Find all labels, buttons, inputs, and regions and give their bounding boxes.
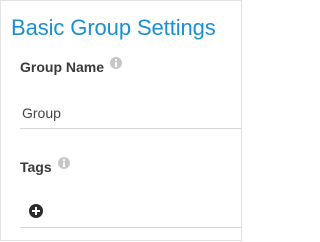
group-name-input[interactable]: [20, 97, 241, 129]
group-name-label-row: Group Name: [20, 57, 123, 75]
panel-title: Basic Group Settings: [11, 15, 216, 40]
tags-label-row: Tags: [20, 157, 70, 175]
tags-underline: [20, 227, 241, 228]
group-name-label: Group Name: [20, 59, 105, 75]
add-tag-button[interactable]: [29, 204, 43, 218]
tags-label: Tags: [20, 159, 52, 175]
info-icon[interactable]: [57, 157, 70, 169]
basic-group-settings-panel: Basic Group Settings Group Name Tags: [0, 0, 242, 241]
info-icon[interactable]: [110, 57, 123, 69]
